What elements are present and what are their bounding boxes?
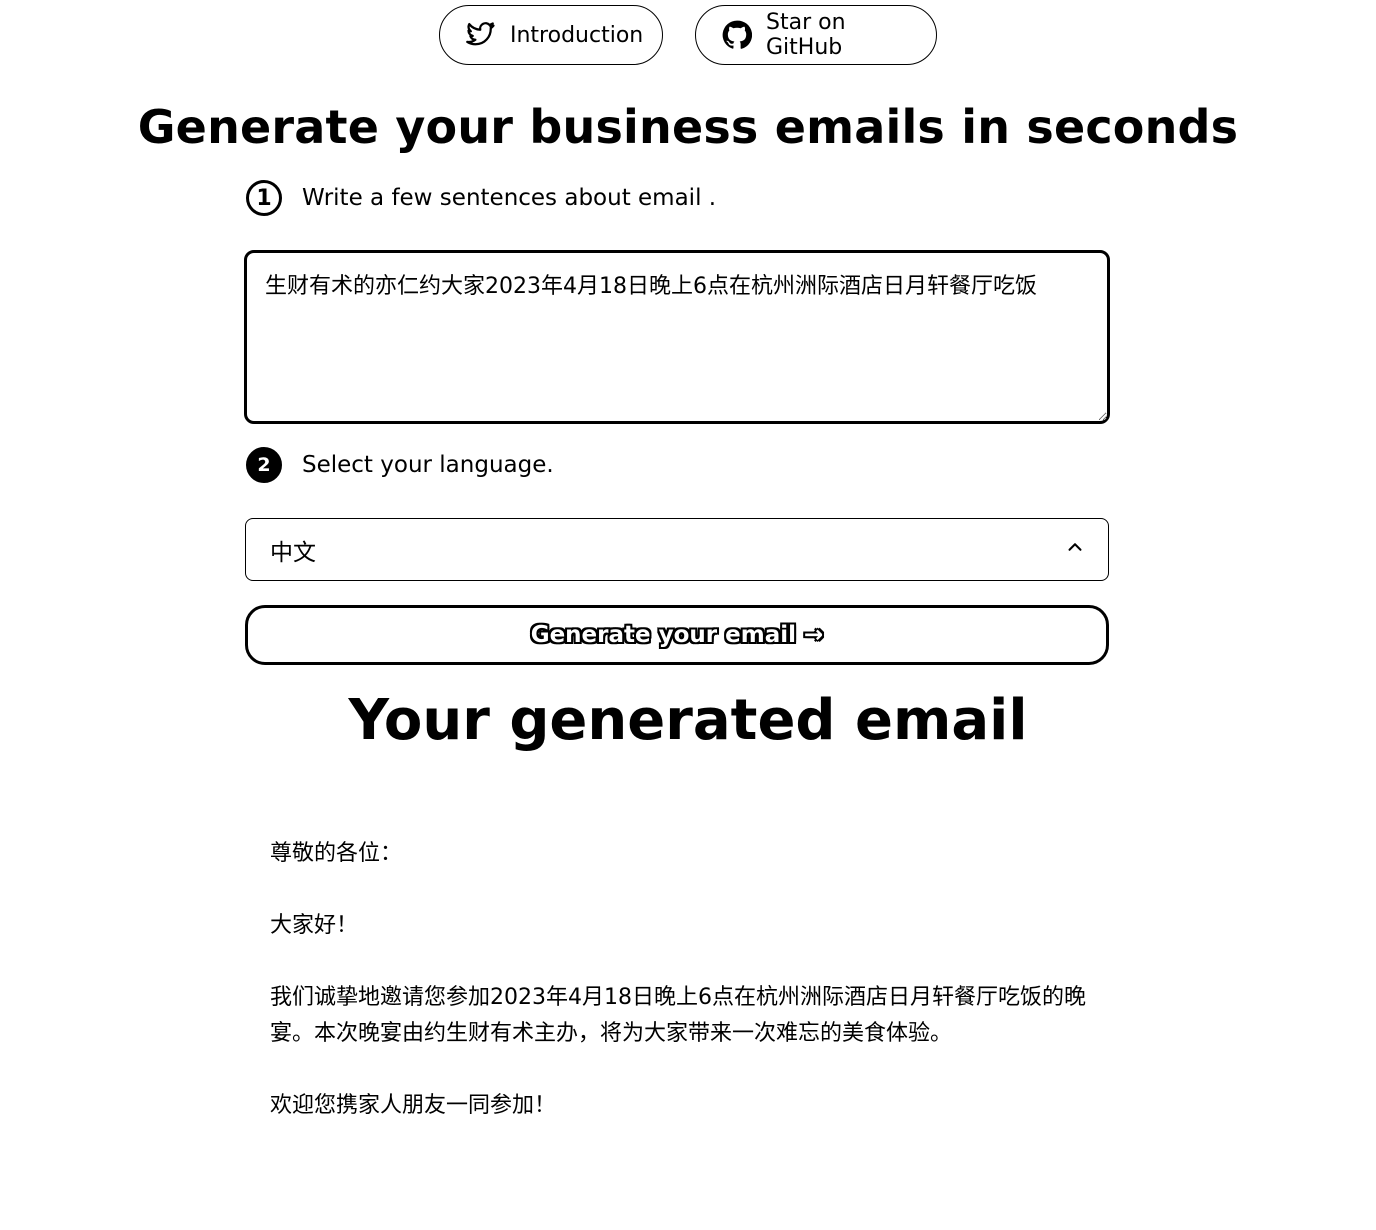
introduction-label: Introduction <box>510 22 644 48</box>
step-one-label: Write a few sentences about email . <box>302 185 717 211</box>
email-paragraph: 大家好！ <box>270 913 359 938</box>
email-paragraph: 欢迎您携家人朋友一同参加！ <box>270 1093 557 1118</box>
language-select[interactable]: 中文 <box>245 518 1109 581</box>
page-title: Generate your business emails in seconds <box>137 100 1239 154</box>
introduction-button[interactable]: Introduction <box>439 5 663 65</box>
step-one-number: 1 <box>246 180 282 216</box>
step-two: 2 Select your language. <box>246 447 554 483</box>
top-links: Introduction Star on GitHub <box>0 5 1376 65</box>
result-title: Your generated email <box>348 688 1028 753</box>
chevron-up-icon <box>1064 536 1086 564</box>
language-select-value: 中文 <box>270 539 316 566</box>
github-icon <box>722 20 752 50</box>
github-label: Star on GitHub <box>766 10 846 60</box>
twitter-icon <box>466 20 496 50</box>
email-prompt-input[interactable] <box>244 250 1110 424</box>
generated-email: 尊敬的各位： 大家好！ 我们诚挚地邀请您参加2023年4月18日晚上6点在杭州洲… <box>270 836 1090 1160</box>
star-on-github-button[interactable]: Star on GitHub <box>695 5 937 65</box>
email-paragraph: 我们诚挚地邀请您参加2023年4月18日晚上6点在杭州洲际酒店日月轩餐厅吃饭的晚… <box>270 985 1086 1046</box>
step-two-number: 2 <box>246 447 282 483</box>
step-two-label: Select your language. <box>302 452 554 478</box>
step-one: 1 Write a few sentences about email . <box>246 180 716 216</box>
email-paragraph: 尊敬的各位： <box>270 841 403 866</box>
generate-email-button[interactable]: Generate your email → <box>245 605 1109 665</box>
